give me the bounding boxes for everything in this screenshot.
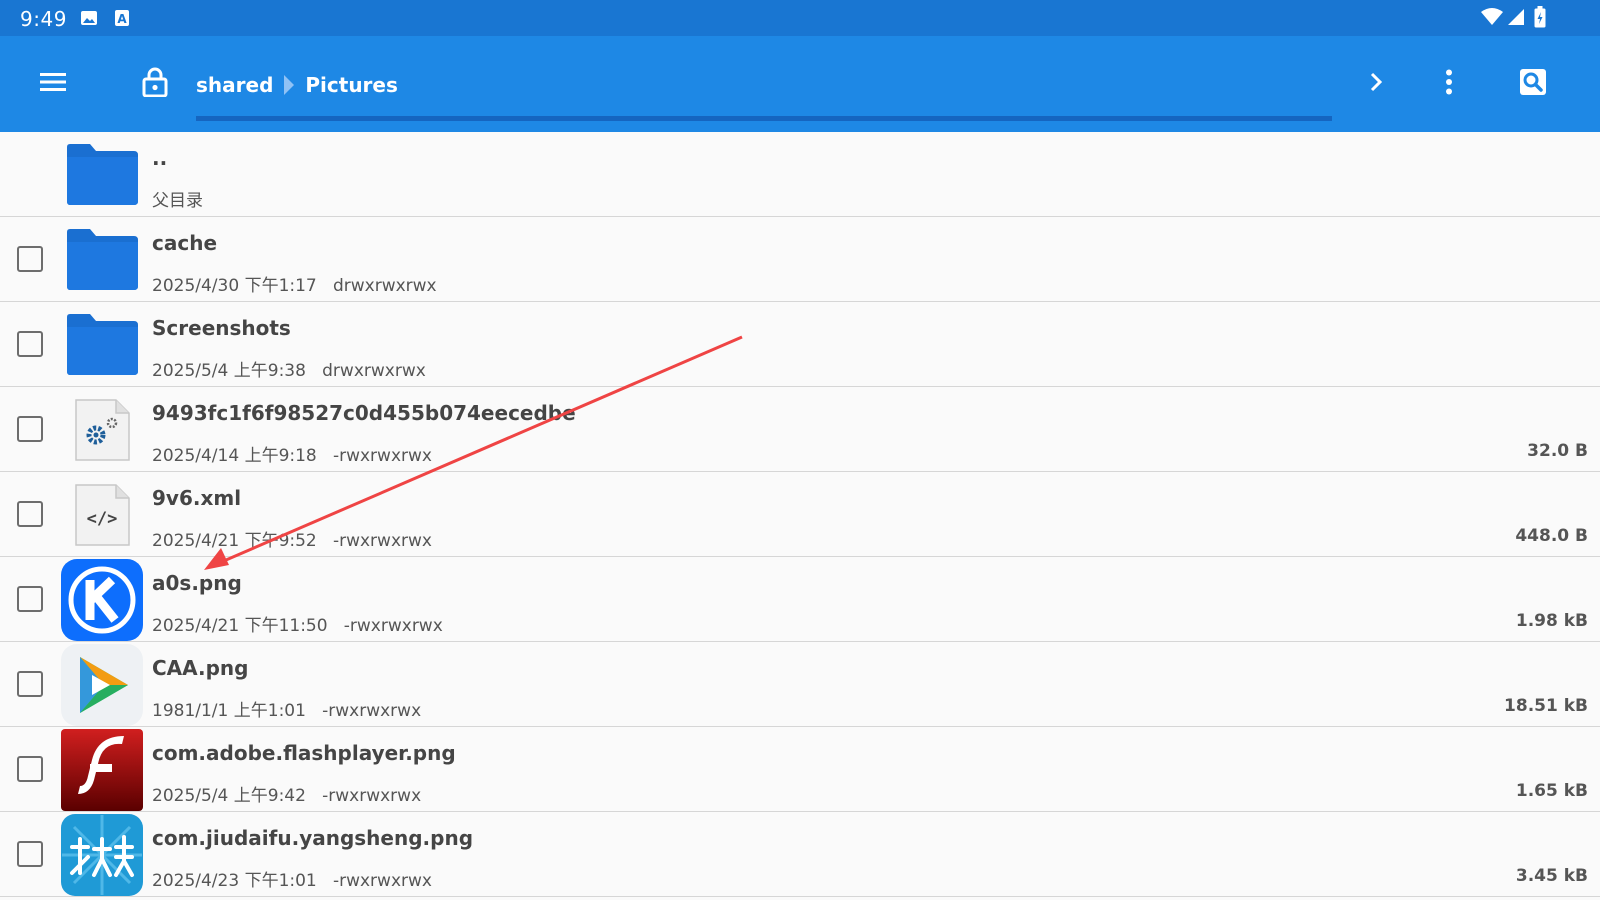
- file-size: 3.45 kB: [1515, 866, 1588, 886]
- breadcrumb-pictures[interactable]: Pictures: [305, 73, 398, 97]
- file-name: com.adobe.flashplayer.png: [152, 741, 456, 765]
- file-name: Screenshots: [152, 316, 291, 340]
- file-meta: 2025/5/4 上午9:42 -rwxrwxrwx: [152, 786, 422, 806]
- more-vert-icon[interactable]: [1425, 58, 1473, 106]
- file-meta: 2025/4/23 下午1:01 -rwxrwxrwx: [152, 871, 432, 891]
- k-app-icon: [60, 559, 144, 641]
- list-item[interactable]: Screenshots 2025/5/4 上午9:38 drwxrwxrwx: [0, 302, 1600, 387]
- file-size: 18.51 kB: [1504, 696, 1588, 716]
- breadcrumb-separator-icon: [283, 75, 295, 95]
- settings-file-icon: [60, 389, 144, 471]
- folder-icon: [60, 304, 144, 386]
- jiudaifu-app-icon: [60, 814, 144, 896]
- toolbar: shared Pictures: [0, 36, 1600, 132]
- select-checkbox[interactable]: [17, 501, 43, 527]
- battery-icon: [1534, 6, 1546, 33]
- list-item[interactable]: 9493fc1f6f98527c0d455b074eecedbe 2025/4/…: [0, 387, 1600, 472]
- folder-icon: [60, 134, 144, 216]
- file-name: 9v6.xml: [152, 486, 242, 510]
- wifi-icon: [1481, 8, 1503, 31]
- list-item[interactable]: cache 2025/4/30 下午1:17 drwxrwxrwx: [0, 217, 1600, 302]
- file-name: CAA.png: [152, 656, 249, 680]
- file-meta: 2025/4/14 上午9:18 -rwxrwxrwx: [152, 446, 432, 466]
- file-meta: 2025/4/21 下午9:52 -rwxrwxrwx: [152, 531, 432, 551]
- breadcrumb-underline: [196, 116, 1332, 121]
- status-time: 9:49: [20, 7, 67, 31]
- file-name: a0s.png: [152, 571, 242, 595]
- list-item[interactable]: CAA.png 1981/1/1 上午1:01 -rwxrwxrwx 18.51…: [0, 642, 1600, 727]
- file-manager-screen: 9:49 A shared Pictures .. 父目录 cache 2025…: [0, 0, 1600, 900]
- keyboard-a-icon: A: [114, 9, 130, 32]
- chevron-right-icon[interactable]: [1352, 58, 1400, 106]
- select-checkbox[interactable]: [17, 416, 43, 442]
- select-checkbox[interactable]: [17, 586, 43, 612]
- breadcrumb-shared[interactable]: shared: [196, 73, 273, 97]
- code-file-icon: </>: [60, 474, 144, 556]
- select-checkbox[interactable]: [17, 331, 43, 357]
- svg-text:A: A: [117, 12, 127, 26]
- file-size: 448.0 B: [1515, 526, 1588, 546]
- file-size: 1.98 kB: [1515, 611, 1588, 631]
- file-meta: 父目录: [152, 191, 203, 211]
- file-meta: 2025/5/4 上午9:38 drwxrwxrwx: [152, 361, 426, 381]
- select-checkbox[interactable]: [17, 671, 43, 697]
- file-name: com.jiudaifu.yangsheng.png: [152, 826, 474, 850]
- file-size: 32.0 B: [1527, 441, 1588, 461]
- search-icon[interactable]: [1509, 58, 1557, 106]
- select-checkbox[interactable]: [17, 841, 43, 867]
- folder-icon: [60, 219, 144, 301]
- flash-app-icon: [60, 729, 144, 811]
- file-list: .. 父目录 cache 2025/4/30 下午1:17 drwxrwxrwx…: [0, 132, 1600, 897]
- file-name: cache: [152, 231, 218, 255]
- file-name: 9493fc1f6f98527c0d455b074eecedbe: [152, 401, 576, 425]
- file-meta: 2025/4/21 下午11:50 -rwxrwxrwx: [152, 616, 443, 636]
- list-item[interactable]: </> 9v6.xml 2025/4/21 下午9:52 -rwxrwxrwx …: [0, 472, 1600, 557]
- file-meta: 2025/4/30 下午1:17 drwxrwxrwx: [152, 276, 437, 296]
- status-bar: 9:49 A: [0, 0, 1600, 36]
- breadcrumb: shared Pictures: [196, 70, 398, 100]
- play-app-icon: [60, 644, 144, 726]
- svg-text:</>: </>: [87, 509, 118, 529]
- list-item[interactable]: com.jiudaifu.yangsheng.png 2025/4/23 下午1…: [0, 812, 1600, 897]
- file-name: ..: [152, 146, 168, 170]
- menu-icon[interactable]: [30, 58, 78, 106]
- image-icon: [80, 9, 98, 32]
- select-checkbox[interactable]: [17, 246, 43, 272]
- file-size: 1.65 kB: [1515, 781, 1588, 801]
- list-item[interactable]: com.adobe.flashplayer.png 2025/5/4 上午9:4…: [0, 727, 1600, 812]
- select-checkbox[interactable]: [17, 756, 43, 782]
- file-meta: 1981/1/1 上午1:01 -rwxrwxrwx: [152, 701, 422, 721]
- lock-icon[interactable]: [131, 58, 179, 106]
- signal-icon: [1507, 8, 1525, 31]
- list-item[interactable]: a0s.png 2025/4/21 下午11:50 -rwxrwxrwx 1.9…: [0, 557, 1600, 642]
- list-item-parent-dir[interactable]: .. 父目录: [0, 132, 1600, 217]
